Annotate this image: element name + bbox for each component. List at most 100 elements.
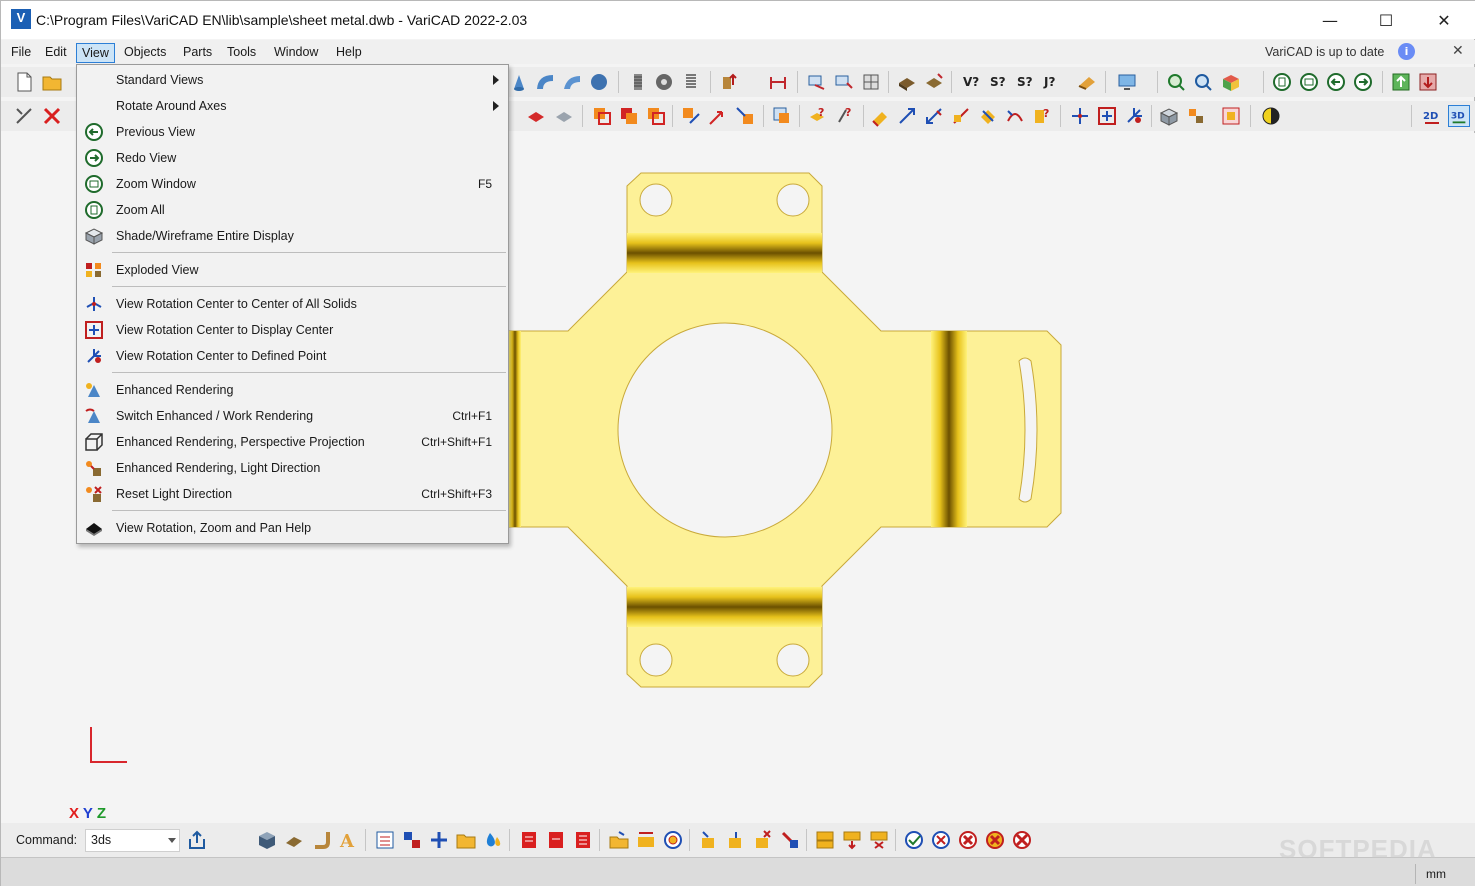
mirror-icon[interactable] — [771, 105, 793, 127]
attribute-link-icon[interactable] — [428, 829, 450, 851]
insert-part-icon[interactable] — [719, 71, 741, 93]
text-tool-icon[interactable]: A — [337, 829, 359, 851]
menu-help[interactable]: Help — [331, 43, 367, 63]
group-red-3-icon[interactable] — [572, 829, 594, 851]
zoom-window-icon[interactable] — [1298, 71, 1320, 93]
edit-tool-3-icon[interactable] — [923, 105, 945, 127]
menu-edit[interactable]: Edit — [40, 43, 72, 63]
fillet-tool-icon[interactable] — [653, 71, 675, 93]
query-part-icon[interactable]: ? — [807, 105, 829, 127]
redo-view-icon[interactable] — [1352, 71, 1374, 93]
menu-standard-views[interactable]: Standard Views — [77, 67, 508, 93]
thread-icon[interactable] — [627, 71, 649, 93]
bom-list-icon[interactable] — [374, 829, 396, 851]
boolean-add-icon[interactable] — [591, 105, 613, 127]
check-ok-icon[interactable] — [903, 829, 925, 851]
menu-perspective-projection[interactable]: Enhanced Rendering, Perspective Projecti… — [77, 429, 508, 455]
menu-zoom-all[interactable]: Zoom All — [77, 197, 508, 223]
close-window-button[interactable]: ✕ — [1415, 1, 1473, 39]
check-volume-icon[interactable]: V? — [960, 71, 982, 93]
link-tool-2-icon[interactable] — [841, 829, 863, 851]
previous-view-icon[interactable] — [1325, 71, 1347, 93]
close-notice-icon[interactable]: ✕ — [1452, 43, 1464, 59]
menu-rotation-center-display[interactable]: View Rotation Center to Display Center — [77, 317, 508, 343]
menu-window[interactable]: Window — [269, 43, 323, 63]
cone-solid-icon[interactable] — [508, 71, 530, 93]
solid-box-icon[interactable] — [256, 829, 278, 851]
link-tool-1-icon[interactable] — [814, 829, 836, 851]
eraser-icon[interactable] — [1076, 71, 1098, 93]
edit-tool-4-icon[interactable] — [950, 105, 972, 127]
zoom-in-icon[interactable] — [1192, 71, 1214, 93]
center-gravity-icon[interactable] — [1260, 105, 1282, 127]
target-icon[interactable] — [662, 829, 684, 851]
new-file-icon[interactable] — [13, 71, 35, 93]
boolean-intersect-icon[interactable] — [645, 105, 667, 127]
display-settings-icon[interactable] — [1116, 71, 1138, 93]
sphere-solid-icon[interactable] — [588, 71, 610, 93]
pipe-bend-icon[interactable] — [561, 71, 583, 93]
spring-icon[interactable] — [680, 71, 702, 93]
switch-2d-icon[interactable]: 2D — [1421, 105, 1443, 127]
menu-view[interactable]: View — [76, 43, 115, 63]
red-solid-icon[interactable] — [525, 105, 547, 127]
share-export-icon[interactable] — [186, 829, 208, 851]
menu-zoom-window[interactable]: Zoom Window F5 — [77, 171, 508, 197]
group-red-1-icon[interactable] — [518, 829, 540, 851]
edit-tool-6-icon[interactable] — [1004, 105, 1026, 127]
layer-settings-icon[interactable] — [806, 71, 828, 93]
check-section-icon[interactable]: S? — [1014, 71, 1036, 93]
water-drop-icon[interactable] — [482, 829, 504, 851]
menu-rotate-around-axes[interactable]: Rotate Around Axes — [77, 93, 508, 119]
boolean-subtract-icon[interactable] — [618, 105, 640, 127]
edit-tool-2-icon[interactable] — [896, 105, 918, 127]
layer-grid-icon[interactable] — [860, 71, 882, 93]
shade-toggle-icon[interactable] — [1220, 71, 1242, 93]
menu-enhanced-rendering[interactable]: Enhanced Rendering — [77, 377, 508, 403]
torus-segment-icon[interactable] — [534, 71, 556, 93]
link-tool-3-icon[interactable] — [868, 829, 890, 851]
minimize-button[interactable]: — — [1301, 1, 1359, 39]
edit-tool-7-icon[interactable]: ? — [1031, 105, 1053, 127]
layer-swap-icon[interactable] — [833, 71, 855, 93]
query-tree-icon[interactable]: ? — [834, 105, 856, 127]
check-surface-icon[interactable]: S? — [987, 71, 1009, 93]
zoom-all-icon[interactable] — [1271, 71, 1293, 93]
menu-redo-view[interactable]: Redo View — [77, 145, 508, 171]
import-down-icon[interactable] — [1417, 71, 1439, 93]
delete-icon[interactable] — [41, 105, 63, 127]
menu-rotation-center-point[interactable]: View Rotation Center to Defined Point — [77, 343, 508, 369]
axes-point-icon[interactable] — [1123, 105, 1145, 127]
menu-light-direction[interactable]: Enhanced Rendering, Light Direction — [77, 455, 508, 481]
attributes-icon[interactable] — [401, 829, 423, 851]
axes-center-icon[interactable] — [1069, 105, 1091, 127]
zoom-previous-icon[interactable] — [1165, 71, 1187, 93]
group-red-2-icon[interactable] — [545, 829, 567, 851]
attribute-folder-icon[interactable] — [455, 829, 477, 851]
pdm-edit-icon[interactable] — [635, 829, 657, 851]
check-inertia-icon[interactable]: J? — [1041, 71, 1063, 93]
light-cubes-icon[interactable] — [1185, 105, 1207, 127]
insert-tool-2-icon[interactable] — [725, 829, 747, 851]
export-up-icon[interactable] — [1390, 71, 1412, 93]
edit-tool-1-icon[interactable] — [869, 105, 891, 127]
dimension-icon[interactable] — [767, 71, 789, 93]
transform-copy-icon[interactable] — [707, 105, 729, 127]
solid-extrude-icon[interactable] — [283, 829, 305, 851]
transform-move-icon[interactable] — [680, 105, 702, 127]
menu-tools[interactable]: Tools — [222, 43, 261, 63]
transform-rotate-icon[interactable] — [734, 105, 756, 127]
switch-3d-icon[interactable]: 3D — [1448, 105, 1470, 127]
menu-reset-light[interactable]: Reset Light Direction Ctrl+Shift+F3 — [77, 481, 508, 507]
cancel-3-icon[interactable] — [1011, 829, 1033, 851]
check-cancel-icon[interactable] — [930, 829, 952, 851]
open-folder-icon[interactable] — [41, 71, 63, 93]
menu-switch-rendering[interactable]: Switch Enhanced / Work Rendering Ctrl+F1 — [77, 403, 508, 429]
pdm-open-icon[interactable] — [608, 829, 630, 851]
material-icon[interactable] — [896, 71, 918, 93]
edit-tool-5-icon[interactable] — [977, 105, 999, 127]
cancel-1-icon[interactable] — [957, 829, 979, 851]
gray-solid-icon[interactable] — [553, 105, 575, 127]
insert-tool-3-icon[interactable] — [752, 829, 774, 851]
maximize-button[interactable]: ☐ — [1357, 1, 1415, 39]
